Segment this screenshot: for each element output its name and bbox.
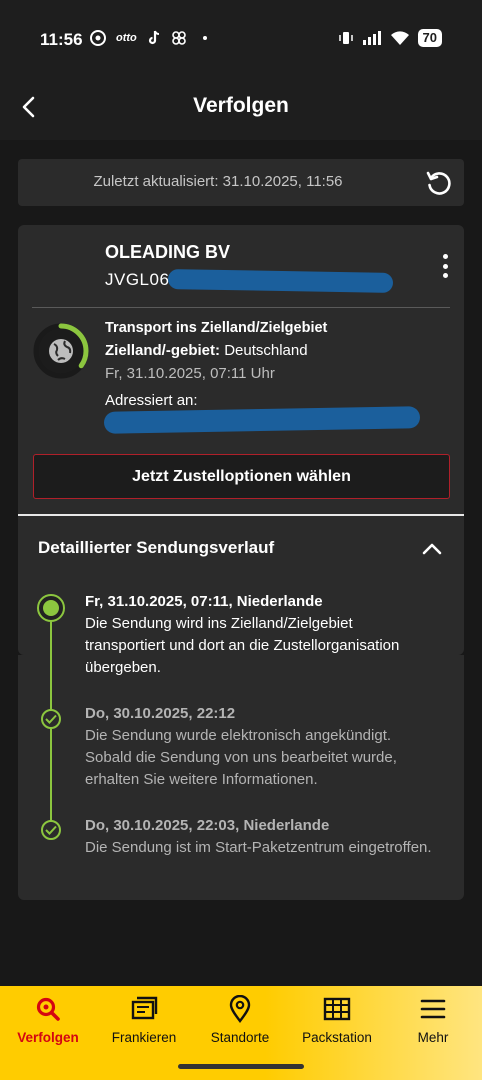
event-title: Do, 30.10.2025, 22:12 — [85, 705, 236, 722]
more-options-button[interactable] — [438, 251, 452, 281]
history-heading: Detaillierter Sendungsverlauf — [38, 538, 275, 557]
app-header: Verfolgen — [0, 78, 482, 140]
menu-icon — [420, 994, 446, 1024]
status-title: Transport ins Zielland/Zielgebiet — [105, 320, 328, 336]
checkmark-icon — [45, 825, 57, 835]
history-event: Do, 30.10.2025, 22:12 Die Sendung wurde … — [85, 703, 435, 791]
status-bar: 11:56 otto 70 — [0, 0, 482, 78]
event-title: Do, 30.10.2025, 22:03, Niederlande — [85, 817, 330, 834]
event-text: Die Sendung wurde elektronisch angekündi… — [85, 727, 397, 788]
dot-icon — [202, 36, 207, 40]
section-separator — [18, 514, 464, 516]
page-title: Verfolgen — [193, 94, 289, 117]
globe-icon — [49, 339, 73, 363]
event-text: Die Sendung wird ins Zielland/Zielgebiet… — [85, 615, 400, 676]
chrome-icon — [90, 30, 106, 46]
kebab-dot — [442, 273, 448, 278]
otto-icon: otto — [116, 32, 137, 44]
tab-standorte[interactable]: Standorte — [192, 994, 288, 1054]
addressed-label: Adressiert an: — [105, 392, 198, 409]
checkmark-icon — [45, 714, 57, 724]
history-event: Fr, 31.10.2025, 07:11, Niederlande Die S… — [85, 591, 435, 679]
battery-icon: 70 — [417, 29, 442, 47]
vibrate-icon — [338, 32, 353, 44]
timeline-check-marker — [41, 709, 61, 729]
tab-label: Frankieren — [111, 1030, 177, 1045]
status-date: Fr, 31.10.2025, 07:11 Uhr — [105, 365, 275, 382]
delivery-options-button[interactable]: Jetzt Zustelloptionen wählen — [33, 454, 450, 499]
redaction-mark — [167, 269, 394, 293]
tab-label: Standorte — [210, 1030, 270, 1045]
main-content: Zuletzt aktualisiert: 31.10.2025, 11:56 … — [0, 140, 482, 986]
tab-label: Mehr — [417, 1030, 449, 1045]
search-icon — [35, 994, 61, 1024]
card-divider — [32, 307, 450, 308]
tab-label: Packstation — [302, 1030, 372, 1045]
wifi-icon — [390, 31, 409, 45]
history-event: Do, 30.10.2025, 22:03, Niederlande Die S… — [85, 815, 435, 859]
destination-label: Zielland/-gebiet: — [105, 342, 221, 359]
packstation-icon — [323, 994, 351, 1024]
signal-icon — [362, 31, 381, 45]
tab-packstation[interactable]: Packstation — [289, 994, 385, 1054]
notification-icons: otto — [90, 30, 207, 46]
home-indicator[interactable] — [178, 1064, 304, 1069]
redaction-mark — [103, 406, 421, 434]
pinwheel-icon — [171, 31, 186, 45]
tracking-number: JVGL06 — [105, 270, 170, 289]
kebab-dot — [442, 263, 448, 269]
tab-verfolgen[interactable]: Verfolgen — [0, 994, 96, 1054]
location-pin-icon — [229, 994, 251, 1024]
last-updated-text: Zuletzt aktualisiert: 31.10.2025, 11:56 — [93, 173, 343, 190]
status-time: 11:56 — [40, 30, 83, 49]
status-progress — [32, 322, 90, 380]
progress-ring — [33, 323, 89, 379]
timeline-current-marker — [37, 594, 65, 622]
current-dot — [43, 600, 59, 616]
stamp-icon — [130, 994, 158, 1024]
kebab-menu-icon — [442, 254, 448, 259]
event-title: Fr, 31.10.2025, 07:11, Niederlande — [85, 593, 323, 610]
tab-label: Verfolgen — [17, 1030, 79, 1045]
last-updated-bar: Zuletzt aktualisiert: 31.10.2025, 11:56 — [18, 159, 464, 206]
tab-mehr[interactable]: Mehr — [385, 994, 481, 1054]
event-text: Die Sendung ist im Start-Paketzentrum ei… — [85, 839, 432, 856]
destination-value: Deutschland — [224, 342, 308, 359]
tab-frankieren[interactable]: Frankieren — [96, 994, 192, 1054]
system-icons: 70 — [338, 29, 442, 47]
refresh-icon — [426, 171, 451, 195]
destination-line: Zielland/-gebiet: Deutschland — [105, 342, 308, 359]
sender-name: OLEADING BV — [105, 242, 231, 262]
chevron-up-icon — [422, 543, 442, 555]
tiktok-icon — [148, 30, 159, 45]
collapse-history-button[interactable] — [418, 537, 446, 561]
timeline-check-marker — [41, 820, 61, 840]
refresh-button[interactable] — [424, 168, 454, 198]
